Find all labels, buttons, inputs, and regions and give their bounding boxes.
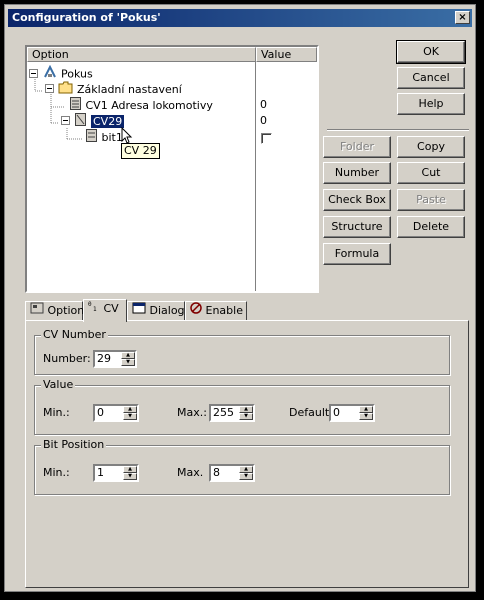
group-title: CV Number [41,328,108,342]
spin-up-icon[interactable]: ▲ [123,406,137,413]
collapse-icon[interactable] [29,67,38,83]
column-header-option[interactable]: Option [27,47,256,62]
tab-label: Option [47,304,85,317]
collapse-icon[interactable] [61,114,70,130]
tree-item-label: CV29 [91,115,125,128]
tab-label: Dialog [149,304,185,317]
number-spinner[interactable]: 29 ▲ ▼ [93,350,137,368]
tree-item-label: bit1 [101,131,123,144]
min-label: Min.: [43,466,70,479]
value-max-spinner[interactable]: 255 ▲ ▼ [209,404,255,422]
default-label: Default: [289,406,333,419]
svg-text:0: 0 [88,301,92,308]
bit-min-spinner[interactable]: 1 ▲ ▼ [93,464,139,482]
tree-value-cv1[interactable]: 0 [260,97,267,113]
close-button[interactable]: × [455,11,470,24]
dialog-icon [132,302,146,320]
spin-down-icon[interactable]: ▼ [121,359,135,366]
tree-value-cv29[interactable]: 0 [260,113,267,129]
spin-up-icon[interactable]: ▲ [121,352,135,359]
option-icon [30,302,44,320]
default-value: 0 [333,406,340,419]
configuration-dialog: Configuration of 'Pokus' × Option Value … [4,4,476,592]
group-title: Bit Position [41,438,107,452]
bit-max-spinner[interactable]: 8 ▲ ▼ [209,464,255,482]
copy-button[interactable]: Copy [397,136,465,158]
spin-up-icon[interactable]: ▲ [359,406,373,413]
cancel-button[interactable]: Cancel [397,67,465,89]
max-label: Max.: [177,406,207,419]
spin-up-icon[interactable]: ▲ [239,406,253,413]
value-group: Value Min.: 0 ▲ ▼ Max.: 255 ▲ ▼ Default: 0… [34,378,450,435]
button-divider [327,129,469,131]
tree-item-cv29[interactable]: CV29 [61,113,125,130]
value-min-spinner[interactable]: 0 ▲ ▼ [93,404,139,422]
tab-label: Enable [205,304,243,317]
tree-item-cv1[interactable]: CV1 Adresa lokomotivy [69,97,213,113]
min-value: 0 [97,406,104,419]
tree-value-bit1-checkbox[interactable] [261,133,272,144]
column-header-value[interactable]: Value [256,47,317,62]
option-tree[interactable]: Option Value Pokus Základní nastavení CV… [25,45,319,293]
folder-button[interactable]: Folder [323,136,391,158]
number-button[interactable]: Number [323,162,391,184]
check-box-button[interactable]: Check Box [323,189,391,211]
paste-button[interactable]: Paste [397,189,465,211]
cv-icon: 01 [88,300,100,318]
column-divider [255,62,256,291]
spin-down-icon[interactable]: ▼ [123,413,137,420]
tab-option[interactable]: Option [25,301,85,321]
bit-max-value: 8 [213,466,220,479]
tab-enable[interactable]: Enable [185,301,247,321]
structure-button[interactable]: Structure [323,216,391,238]
spin-down-icon[interactable]: ▼ [359,413,373,420]
window-title: Configuration of 'Pokus' [12,11,161,24]
cv-tab-panel: CV Number Number: 29 ▲ ▼ Value Min.: 0 ▲ ▼… [25,320,469,588]
spin-down-icon[interactable]: ▼ [239,473,253,480]
tree-item-bit1[interactable]: bit1 [85,129,123,145]
tab-dialog[interactable]: Dialog [127,301,185,321]
help-button[interactable]: Help [397,93,465,115]
number-value: 29 [97,352,111,365]
max-label: Max. [177,466,204,479]
tooltip: CV 29 [121,143,160,159]
tree-item-label: Pokus [61,67,93,81]
cv-number-group: CV Number Number: 29 ▲ ▼ [34,328,450,375]
enable-icon [190,302,202,320]
svg-text:1: 1 [93,306,97,312]
ok-button[interactable]: OK [396,40,466,64]
collapse-icon[interactable] [45,82,54,98]
group-title: Value [41,378,76,392]
bit-icon [85,129,98,147]
title-bar[interactable]: Configuration of 'Pokus' × [8,9,472,27]
bit-position-group: Bit Position Min.: 1 ▲ ▼ Max. 8 ▲ ▼ [34,438,450,495]
spin-down-icon[interactable]: ▼ [123,473,137,480]
cut-button[interactable]: Cut [397,162,465,184]
delete-button[interactable]: Delete [397,216,465,238]
spin-up-icon[interactable]: ▲ [123,466,137,473]
value-default-spinner[interactable]: 0 ▲ ▼ [329,404,375,422]
tree-item-label: CV1 Adresa lokomotivy [85,99,213,112]
tree-item-pokus[interactable]: Pokus [29,64,93,83]
spin-up-icon[interactable]: ▲ [239,466,253,473]
formula-button[interactable]: Formula [323,243,391,265]
bit-min-value: 1 [97,466,104,479]
max-value: 255 [213,406,234,419]
number-label: Number: [43,352,91,365]
tree-item-label: Základní nastavení [77,83,182,96]
min-label: Min.: [43,406,70,419]
tab-label: CV [103,302,119,315]
tree-item-zakladni-nastaveni[interactable]: Základní nastavení [45,81,182,97]
tab-cv[interactable]: 01 CV [83,299,127,322]
spin-down-icon[interactable]: ▼ [239,413,253,420]
